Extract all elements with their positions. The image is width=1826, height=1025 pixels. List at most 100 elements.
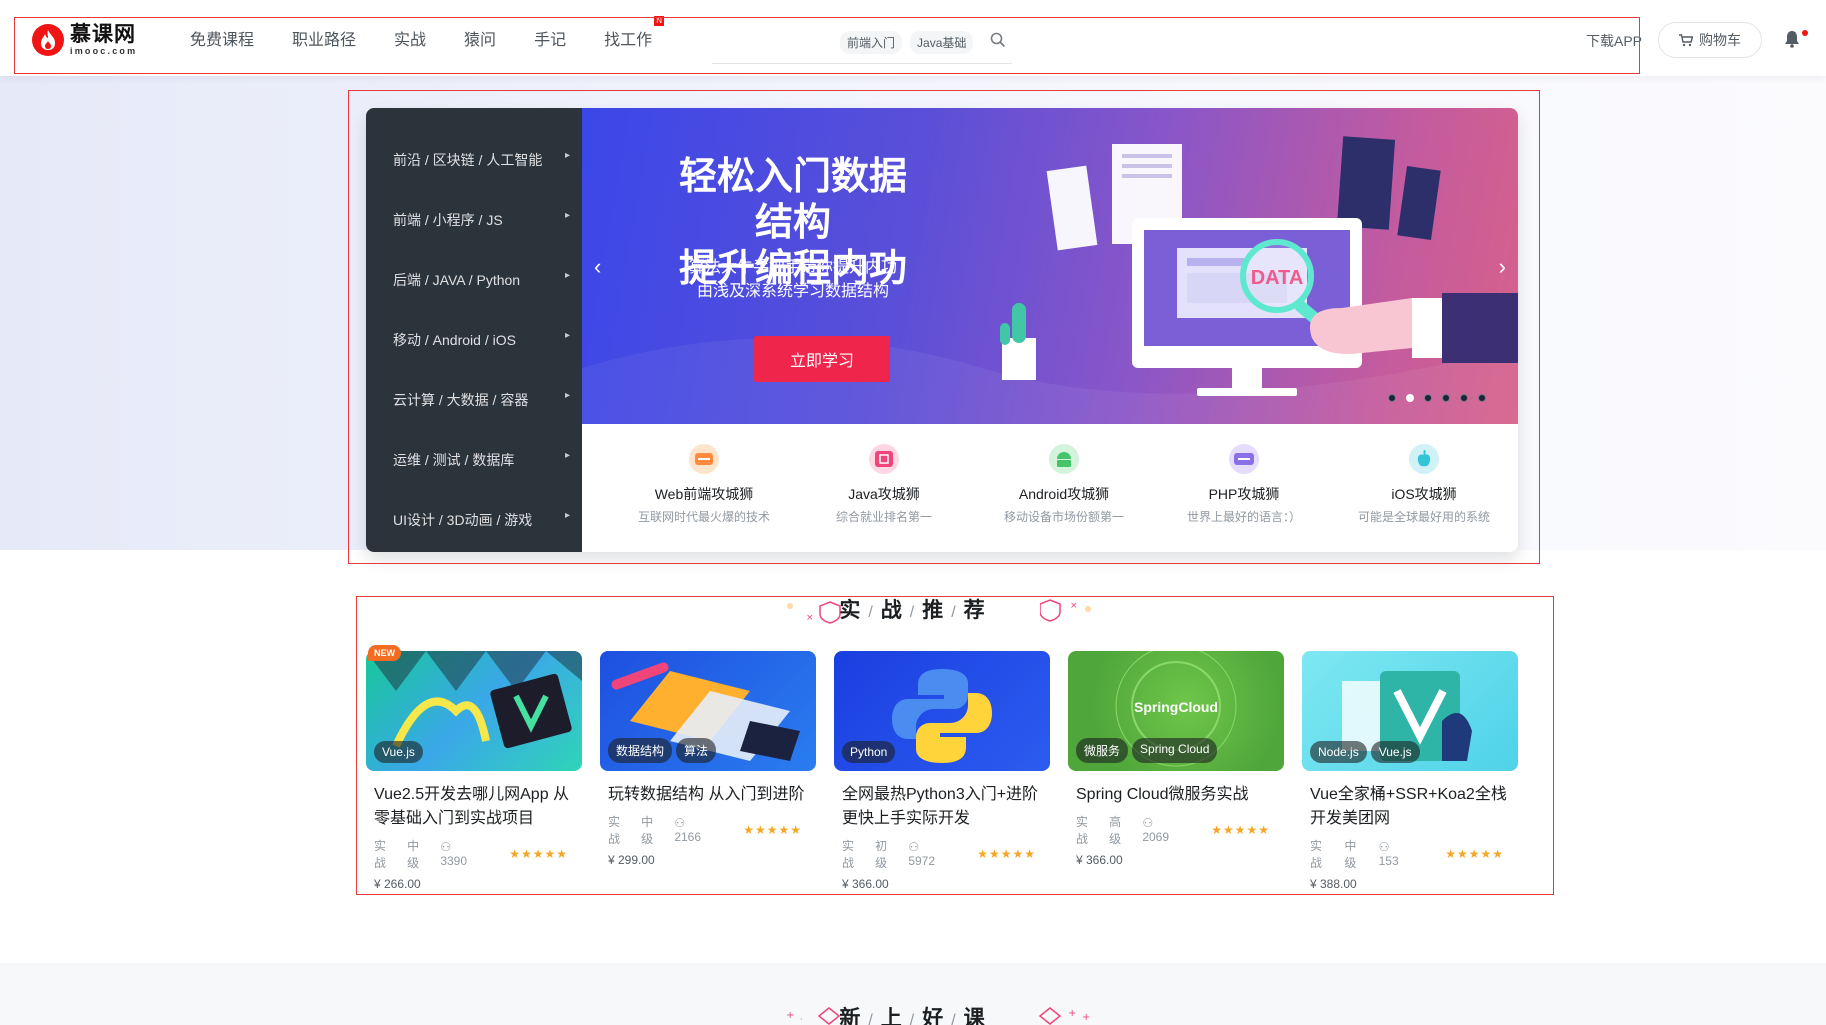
slider-dot[interactable] bbox=[1388, 394, 1396, 402]
section-title-new-courses: 新 / 上 / 好 / 课 bbox=[0, 1002, 1826, 1025]
slider-dot[interactable] bbox=[1406, 394, 1414, 402]
category-label: 前端 / 小程序 / JS bbox=[393, 212, 503, 228]
search-box[interactable]: 前端入门 Java基础 bbox=[712, 22, 1012, 64]
course-tag: 微服务 bbox=[1076, 738, 1129, 763]
banner-subtitle: 算法大牛手把手带你提升内功 由浅及深系统学习数据结构 bbox=[666, 256, 920, 304]
hot-tag-java[interactable]: Java基础 bbox=[910, 31, 974, 54]
nav-career-paths[interactable]: 职业路径 bbox=[292, 26, 356, 50]
course-list: Vue.js Vue2.5开发去哪儿网App 从零基础入门到实战项目 实战 中级 ⚇… bbox=[366, 645, 1536, 891]
course-type: 实战 bbox=[842, 839, 855, 870]
slider-dot[interactable] bbox=[1460, 394, 1468, 402]
category-item[interactable]: 云计算 / 大数据 / 容器 ▸ bbox=[366, 370, 582, 430]
course-tag: Node.js bbox=[1310, 741, 1367, 763]
category-item[interactable]: 移动 / Android / iOS ▸ bbox=[366, 310, 582, 370]
svg-text:+: + bbox=[1082, 1012, 1090, 1023]
top-header: 慕课网 imooc.com 免费课程 职业路径 实战 猿问 手记 找工作 N 前端… bbox=[0, 0, 1826, 76]
section-title-char: 荐 bbox=[963, 599, 987, 622]
nav-practice[interactable]: 实战 bbox=[394, 26, 426, 50]
slider-dots bbox=[1388, 394, 1496, 402]
path-web-frontend[interactable]: Web前端攻城狮 互联网时代最火爆的技术 bbox=[614, 424, 794, 552]
career-paths: Web前端攻城狮 互联网时代最火爆的技术 Java攻城狮 综合就业排名第一 An… bbox=[582, 424, 1518, 552]
course-students: ⚇ 2069 bbox=[1142, 816, 1197, 844]
path-title: Android攻城狮 bbox=[1018, 486, 1110, 502]
course-type: 实战 bbox=[1310, 839, 1323, 870]
course-level: 中级 bbox=[641, 815, 654, 846]
notification-dot bbox=[1802, 30, 1808, 36]
nav-qa[interactable]: 猿问 bbox=[464, 26, 496, 50]
chevron-right-icon: ▸ bbox=[564, 209, 570, 221]
start-learning-button[interactable]: 立即学习 bbox=[754, 336, 890, 382]
apple-icon bbox=[1409, 444, 1439, 474]
user-icon: ⚇ bbox=[1142, 816, 1154, 830]
banner-subtitle-line1: 算法大牛手把手带你提升内功 bbox=[688, 259, 897, 276]
student-count: 2069 bbox=[1142, 830, 1170, 844]
bell-icon[interactable] bbox=[1784, 30, 1800, 53]
slider-dot[interactable] bbox=[1478, 394, 1486, 402]
path-java[interactable]: Java攻城狮 综合就业排名第一 bbox=[794, 424, 974, 552]
slider-dot[interactable] bbox=[1442, 394, 1450, 402]
section-title-char: 实 bbox=[839, 599, 863, 622]
nav-find-job[interactable]: 找工作 N bbox=[604, 16, 665, 50]
course-level: 中级 bbox=[1344, 839, 1357, 870]
path-title: Web前端攻城狮 bbox=[654, 486, 754, 502]
path-ios[interactable]: iOS攻城狮 可能是全球最好用的系统 bbox=[1334, 424, 1514, 552]
category-item[interactable]: UI设计 / 3D动画 / 游戏 ▸ bbox=[366, 490, 582, 550]
download-app-link[interactable]: 下载APP bbox=[1586, 31, 1642, 51]
nav-notes[interactable]: 手记 bbox=[534, 26, 566, 50]
search-icon[interactable] bbox=[990, 32, 1006, 53]
banner-slider[interactable]: DATA 轻松入门数据结构 提升编程内功 算法大牛手把手带你提升内功 由浅及深系… bbox=[582, 108, 1518, 424]
decoration-right: + + bbox=[1038, 1007, 1090, 1025]
path-php[interactable]: PHP攻城狮 世界上最好的语言：） bbox=[1154, 424, 1334, 552]
nav-free-courses[interactable]: 免费课程 bbox=[190, 26, 254, 50]
course-image: Python bbox=[834, 651, 1050, 771]
course-meta: 实战 中级 ⚇ 3390 ★★★★★ bbox=[366, 837, 582, 871]
course-card[interactable]: SpringCloud 微服务 Spring Cloud Spring Cloud… bbox=[1068, 651, 1284, 891]
cart-button[interactable]: 购物车 bbox=[1658, 22, 1762, 58]
course-title: Vue全家桶+SSR+Koa2全栈开发美团网 bbox=[1310, 786, 1507, 827]
section-title-char: 战 bbox=[880, 599, 904, 622]
course-title: Vue2.5开发去哪儿网App 从零基础入门到实战项目 bbox=[374, 786, 570, 827]
chevron-left-icon[interactable]: ‹ bbox=[594, 254, 601, 280]
user-icon: ⚇ bbox=[674, 816, 686, 830]
course-tag: Vue.js bbox=[374, 741, 423, 763]
category-label: 移动 / Android / iOS bbox=[393, 332, 516, 348]
php-path-icon bbox=[1229, 444, 1259, 474]
category-item[interactable]: 前端 / 小程序 / JS ▸ bbox=[366, 190, 582, 250]
course-type: 实战 bbox=[374, 839, 387, 870]
logo-chinese-name: 慕课网 bbox=[70, 23, 136, 46]
course-students: ⚇ 2166 bbox=[674, 816, 729, 844]
course-card[interactable]: Python 全网最热Python3入门+进阶 更快上手实际开发 实战 初级 ⚇ 5… bbox=[834, 651, 1050, 891]
site-logo[interactable]: 慕课网 imooc.com bbox=[32, 24, 137, 56]
category-label: 前沿 / 区块链 / 人工智能 bbox=[393, 152, 543, 168]
hot-tag-frontend[interactable]: 前端入门 bbox=[840, 31, 903, 54]
path-desc: 移动设备市场份额第一 bbox=[1003, 510, 1124, 524]
course-tag: Vue.js bbox=[1370, 741, 1420, 763]
course-meta: 实战 初级 ⚇ 5972 ★★★★★ bbox=[834, 837, 1050, 871]
android-icon bbox=[1049, 444, 1079, 474]
course-tag: Python bbox=[842, 741, 896, 763]
cart-label: 购物车 bbox=[1699, 32, 1741, 48]
category-item[interactable]: 前沿 / 区块链 / 人工智能 ▸ bbox=[366, 130, 582, 190]
category-item[interactable]: 后端 / JAVA / Python ▸ bbox=[366, 250, 582, 310]
course-title: 全网最热Python3入门+进阶 更快上手实际开发 bbox=[842, 786, 1039, 827]
course-card[interactable]: Node.js Vue.js NEW Vue全家桶+SSR+Koa2全栈开发美团网… bbox=[368, 645, 1518, 891]
svg-text:×: × bbox=[1070, 601, 1078, 611]
course-card[interactable]: 数据结构 算法 玩转数据结构 从入门到进阶 实战 中级 ⚇ 2166 ★★★★★ ¥ 2… bbox=[600, 651, 816, 891]
path-android[interactable]: Android攻城狮 移动设备市场份额第一 bbox=[974, 424, 1154, 552]
course-meta: 实战 高级 ⚇ 2069 ★★★★★ bbox=[1068, 813, 1284, 847]
banner-title-line1: 轻松入门数据结构 bbox=[678, 156, 907, 244]
slider-dot[interactable] bbox=[1424, 394, 1432, 402]
chevron-right-icon[interactable]: › bbox=[1499, 254, 1506, 280]
category-item[interactable]: 运维 / 测试 / 数据库 ▸ bbox=[366, 430, 582, 490]
user-icon: ⚇ bbox=[440, 840, 452, 854]
path-title: Java攻城狮 bbox=[848, 486, 920, 502]
course-title: Spring Cloud微服务实战 bbox=[1076, 786, 1249, 803]
course-card[interactable]: Vue.js Vue2.5开发去哪儿网App 从零基础入门到实战项目 实战 中级 ⚇… bbox=[366, 651, 582, 891]
course-price: ¥ 388.00 bbox=[1310, 877, 1357, 891]
course-type: 实战 bbox=[608, 815, 621, 846]
course-image: 数据结构 算法 bbox=[600, 651, 816, 771]
category-menu: 前沿 / 区块链 / 人工智能 ▸ 前端 / 小程序 / JS ▸ 后端 / JAV… bbox=[366, 108, 582, 552]
path-desc: 综合就业排名第一 bbox=[835, 510, 932, 524]
category-label: 运维 / 测试 / 数据库 bbox=[393, 452, 515, 468]
banner-subtitle-line2: 由浅及深系统学习数据结构 bbox=[696, 283, 889, 300]
